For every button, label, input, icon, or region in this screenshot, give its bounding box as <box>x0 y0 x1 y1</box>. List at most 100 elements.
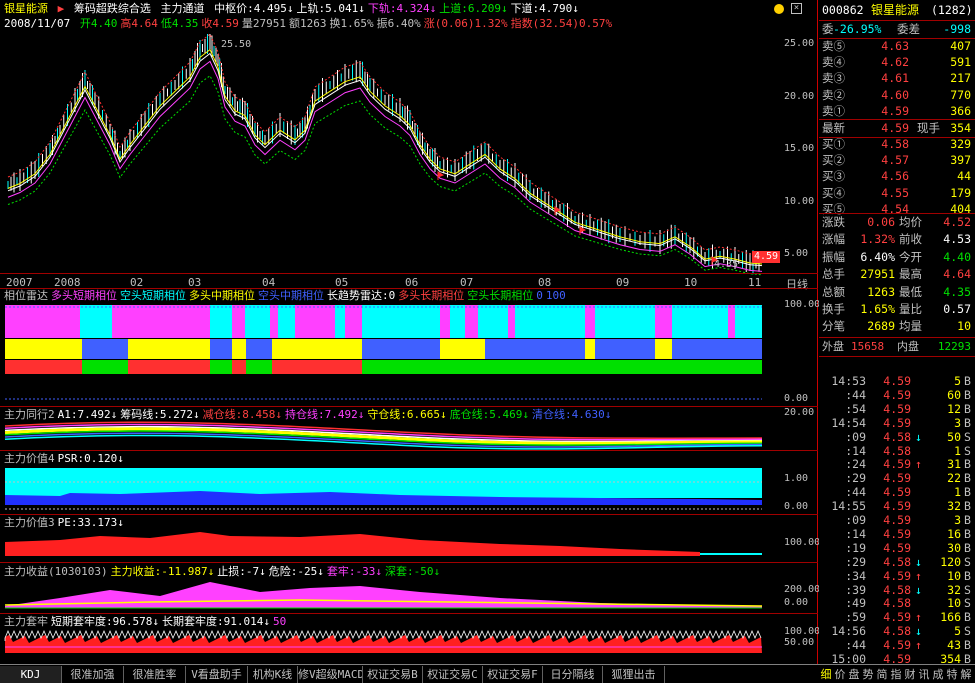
ask-row[interactable]: 卖④ 4.62 591 <box>819 54 975 71</box>
indicator-item: 空头中期相位 <box>258 289 324 302</box>
main-force-chart[interactable] <box>0 420 780 450</box>
bid-label: 买① <box>822 137 845 151</box>
quote-view-tab[interactable]: 细 <box>819 666 833 683</box>
quote-view-tab[interactable]: 讯 <box>917 666 931 683</box>
stat-row: 总额 1263 最低 4.35 <box>822 284 971 299</box>
pe-chart[interactable] <box>0 528 780 560</box>
quote-item: 量27951 <box>241 17 286 30</box>
phase-bar <box>655 339 672 359</box>
tick-row: :44 4.59 ↑ 43 B <box>845 638 971 653</box>
phase-bar <box>450 305 465 338</box>
moving-average-line <box>7 60 763 272</box>
quote-view-tab[interactable]: 成 <box>931 666 945 683</box>
axis-tick: 20.00 <box>784 91 815 102</box>
bid-row[interactable]: 买① 4.58 329 <box>819 136 975 153</box>
phase-bar <box>585 339 595 359</box>
quote-view-tab[interactable]: 简 <box>875 666 889 683</box>
stat-row: 涨幅 1.32% 前收 4.53 <box>822 232 971 247</box>
quote-view-tab[interactable]: 势 <box>861 666 875 683</box>
bottom-tab[interactable]: 很准加强 <box>62 666 124 683</box>
quote-view-tab[interactable]: 价 <box>833 666 847 683</box>
quote-item: 涨(0.06)1.32% <box>423 17 508 30</box>
bid-price: 4.56 <box>881 169 909 184</box>
ask-volume: 366 <box>950 103 971 118</box>
bid-row[interactable]: 买② 4.57 397 <box>819 152 975 169</box>
bottom-tab[interactable]: 权证交易B <box>363 666 423 683</box>
ask-row[interactable]: 卖③ 4.61 217 <box>819 70 975 87</box>
phase-bar <box>440 339 485 359</box>
phase-bar <box>245 305 270 338</box>
bottom-tab[interactable]: 修V超级MACD <box>298 666 363 683</box>
phase-bar <box>515 305 585 338</box>
indicator-item: 多头短期相位 <box>51 289 117 302</box>
phase-bar <box>440 305 450 338</box>
channel-value: 上轨:5.041↓ <box>296 2 365 15</box>
ask-row[interactable]: 卖⑤ 4.63 407 <box>819 38 975 55</box>
indicator-item: 相位雷达 <box>4 289 48 302</box>
indicator-item: 空头长期相位 <box>467 289 534 302</box>
stock-code: 000862 <box>822 3 864 17</box>
quote-items: 开4.40 高4.64 低4.35 收4.59 量27951 额1263 换1.65% 振6.… <box>80 17 615 30</box>
psr-chart[interactable] <box>0 465 780 513</box>
phase-bar <box>595 339 655 359</box>
phase-bar <box>672 339 762 359</box>
quote-title: 000862 银星能源 (1282) <box>819 2 975 19</box>
psr-header: 主力价值4 PSR:0.120↓ <box>4 452 127 466</box>
triangle-right-icon[interactable]: ▶ <box>58 2 65 15</box>
phase-bar <box>246 360 272 374</box>
axis-tick: 200.00 <box>784 584 821 595</box>
bottom-tab[interactable]: 日分隔线 <box>543 666 603 683</box>
sun-icon[interactable] <box>774 4 784 14</box>
quote-view-tab[interactable]: 特 <box>945 666 959 683</box>
indicator-title[interactable]: 筹码超跌综合选 <box>74 2 151 15</box>
ask-label: 卖② <box>822 87 845 102</box>
phase-bar <box>655 305 672 338</box>
bottom-tab[interactable]: 很准胜率 <box>124 666 186 683</box>
phase-bar <box>82 360 128 374</box>
bottom-tab[interactable]: 权证交易F <box>483 666 543 683</box>
axis-tick: 20.00 <box>784 407 815 418</box>
quote-view-tab[interactable]: 财 <box>903 666 917 683</box>
ask-row[interactable]: 卖① 4.59 366 <box>819 103 975 120</box>
ask-price: 4.61 <box>881 71 909 86</box>
phase-bar <box>5 360 82 374</box>
main-candlestick-chart[interactable] <box>0 30 818 290</box>
quote-view-tab[interactable]: 指 <box>889 666 903 683</box>
chart-area[interactable]: 银星能源 ▶ 筹码超跌综合选 主力通道 中枢价:4.495↓ 上轨:5.041↓ 下… <box>0 0 821 664</box>
phase-bar <box>270 305 278 338</box>
bid-volume: 329 <box>950 137 971 151</box>
bottom-tab[interactable]: 权证交易C <box>423 666 483 683</box>
stock-num: (1282) <box>931 3 973 17</box>
stock-name[interactable]: 银星能源 <box>4 2 48 15</box>
income-chart[interactable] <box>0 578 780 612</box>
phase-bar <box>672 305 728 338</box>
phase-bar <box>5 305 80 338</box>
channel-value: 下道:4.790↓ <box>510 2 579 15</box>
bid-row[interactable]: 买③ 4.56 44 <box>819 168 975 185</box>
stat-row: 分笔 2689 均量 10 <box>822 319 971 334</box>
phase-radar-chart[interactable] <box>0 303 780 403</box>
indicator-item: 空头短期相位 <box>120 289 186 302</box>
close-icon[interactable]: × <box>791 3 802 14</box>
tick-row: 14:56 4.58 ↓ 5 S <box>831 624 971 639</box>
axis-tick: 1.00 <box>784 473 809 484</box>
stat-row: 涨跌 0.06 均价 4.52 <box>822 215 971 229</box>
moving-average-line <box>7 33 763 256</box>
indicator-item: 深套:-50↓ <box>384 565 441 578</box>
quote-view-tab[interactable]: 盘 <box>847 666 861 683</box>
phase-bar <box>278 305 295 338</box>
trapped-chart[interactable] <box>0 627 780 661</box>
bottom-tab[interactable]: 机构K线 <box>248 666 298 683</box>
ask-row[interactable]: 卖② 4.60 770 <box>819 87 975 104</box>
bottom-tab-bar: KDJ 很准加强 很准胜率 V看盘助手 机构K线 修V超级MACD 权证交易B 权证交易C 权证… <box>0 664 975 683</box>
bottom-tab[interactable]: 狐狸出击 <box>603 666 665 683</box>
period-label[interactable]: 日线 <box>786 276 808 292</box>
bottom-tab[interactable]: V看盘助手 <box>186 666 248 683</box>
quote-view-tab[interactable]: 解 <box>959 666 973 683</box>
phase-bar <box>210 305 232 338</box>
bottom-tab[interactable]: KDJ <box>0 666 62 683</box>
axis-tick: 50.00 <box>784 637 815 648</box>
bid-row[interactable]: 买④ 4.55 179 <box>819 185 975 202</box>
axis-tick: 100.00 <box>784 537 821 548</box>
bid-label: 买② <box>822 153 845 168</box>
